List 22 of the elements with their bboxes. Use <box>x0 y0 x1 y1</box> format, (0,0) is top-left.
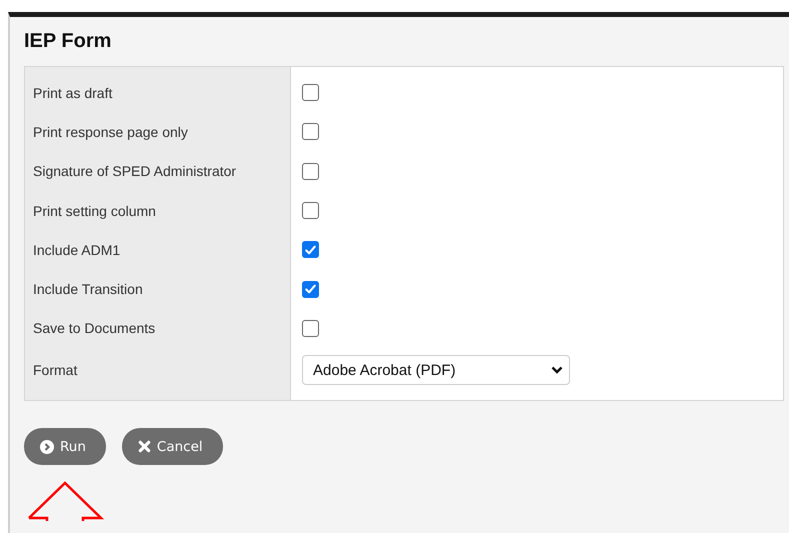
option-label: Format <box>32 362 78 378</box>
checkbox[interactable] <box>302 162 319 180</box>
checkbox[interactable] <box>302 280 319 298</box>
option-label: Print setting column <box>32 202 157 219</box>
checkbox[interactable] <box>302 320 319 337</box>
form-title: IEP Form <box>24 29 112 54</box>
option-label: Print response page only <box>32 124 189 140</box>
checkbox[interactable] <box>302 84 319 102</box>
option-label: Include Transition <box>32 281 144 298</box>
option-label: Signature of SPED Administrator <box>32 163 238 180</box>
option-label: Include ADM1 <box>32 242 122 258</box>
close-icon <box>138 440 151 454</box>
chevron-circle-icon <box>40 440 54 454</box>
checkbox[interactable] <box>302 123 319 140</box>
chevron-down-icon <box>551 366 563 374</box>
option-label: Save to Documents <box>32 320 156 336</box>
cancel-button[interactable]: Cancel <box>122 428 223 466</box>
format-dropdown[interactable]: Adobe Acrobat (PDF) <box>302 355 570 386</box>
checkbox[interactable] <box>302 202 319 220</box>
checkbox[interactable] <box>302 241 319 258</box>
run-button[interactable]: Run <box>24 428 106 466</box>
option-label: Print as draft <box>32 84 114 101</box>
